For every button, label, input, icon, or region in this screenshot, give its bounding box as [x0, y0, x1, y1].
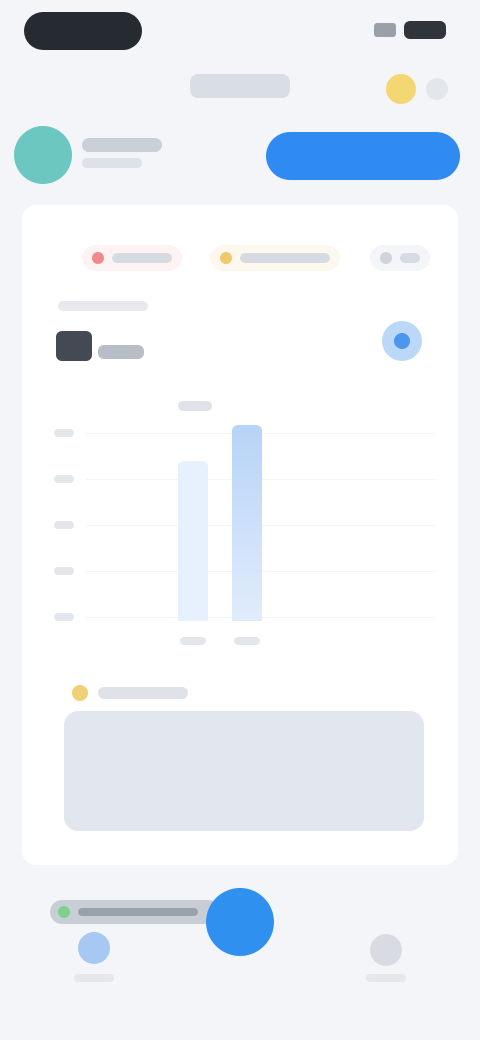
bottom-nav	[0, 870, 480, 1040]
nav-label-home	[74, 974, 114, 982]
lightbulb-icon	[72, 685, 88, 701]
status-dot-icon	[92, 252, 104, 264]
status-dot-icon	[220, 252, 232, 264]
note-title	[98, 687, 188, 699]
filter-chip[interactable]	[210, 245, 340, 271]
y-axis-label	[54, 613, 74, 621]
app-bar	[0, 64, 480, 114]
lightbulb-icon[interactable]	[386, 74, 416, 104]
profile-icon[interactable]	[370, 934, 402, 966]
nav-status-pill[interactable]	[50, 900, 220, 924]
x-axis-label	[180, 637, 206, 645]
more-icon[interactable]	[426, 78, 448, 100]
page-title	[190, 74, 290, 98]
note-body	[64, 711, 424, 831]
nav-pill-label	[78, 908, 198, 916]
status-dot-icon	[58, 906, 70, 918]
status-dot-icon	[380, 252, 392, 264]
signal-icon	[374, 23, 396, 37]
avatar[interactable]	[14, 126, 72, 184]
filter-chip-label	[112, 253, 172, 263]
chart-tag	[178, 401, 212, 411]
filter-chips	[22, 239, 458, 279]
add-entry-button[interactable]	[382, 321, 422, 361]
y-axis-label	[54, 567, 74, 575]
filter-chip-label	[240, 253, 330, 263]
main-action-button[interactable]	[206, 888, 274, 956]
stats-card	[22, 205, 458, 865]
filter-chip[interactable]	[82, 245, 182, 271]
status-bar	[0, 0, 480, 64]
x-axis-label	[234, 637, 260, 645]
y-axis-label	[54, 475, 74, 483]
y-axis-label	[54, 521, 74, 529]
nav-label-profile	[366, 974, 406, 982]
insight-note	[64, 675, 424, 835]
profile-row	[0, 118, 480, 198]
chart-bar[interactable]	[232, 425, 262, 621]
metric-unit	[98, 345, 144, 359]
battery-icon	[404, 21, 446, 39]
home-icon[interactable]	[78, 932, 110, 964]
primary-action-button[interactable]	[266, 132, 460, 180]
metric-value	[56, 331, 92, 361]
y-axis-label	[54, 429, 74, 437]
bar-chart	[42, 391, 442, 661]
filter-chip-label	[400, 253, 420, 263]
user-name	[82, 138, 162, 152]
user-subtitle	[82, 158, 142, 168]
chart-bar[interactable]	[178, 461, 208, 621]
status-icons	[374, 20, 446, 40]
status-time-pill	[24, 12, 142, 50]
filter-chip[interactable]	[370, 245, 430, 271]
metric-caption	[58, 301, 148, 311]
